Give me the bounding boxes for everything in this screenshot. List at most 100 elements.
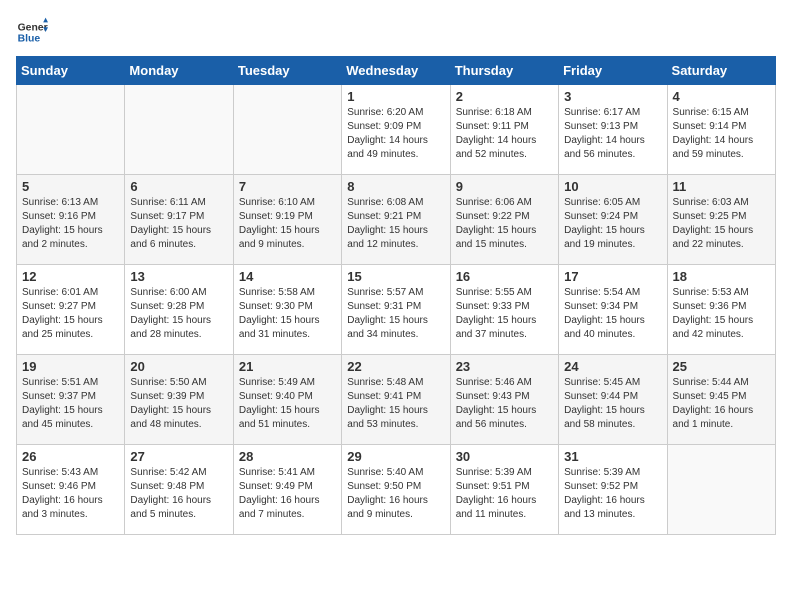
calendar-cell: 23Sunrise: 5:46 AM Sunset: 9:43 PM Dayli… [450,355,558,445]
day-number: 2 [456,89,553,104]
calendar-cell: 1 Sunrise: 6:20 AM Sunset: 9:09 PM Daylig… [342,85,450,175]
day-info: Sunrise: 5:51 AM Sunset: 9:37 PM Dayligh… [22,376,119,432]
day-info: Sunrise: 5:39 AM Sunset: 9:51 PM Dayligh… [456,466,553,522]
calendar-cell: 25Sunrise: 5:44 AM Sunset: 9:45 PM Dayli… [667,355,775,445]
calendar-week-3: 12 Sunrise: 6:01 AM Sunset: 9:27 PM Dayli… [17,265,776,355]
day-info: Sunrise: 5:43 AM Sunset: 9:46 PM Dayligh… [22,466,119,522]
day-number: 8 [347,179,444,194]
day-info: Sunrise: 5:53 AM Sunset: 9:36 PM Dayligh… [673,286,770,342]
day-header-wednesday: Wednesday [342,57,450,85]
day-number: 6 [130,179,227,194]
calendar-cell: 13 Sunrise: 6:00 AM Sunset: 9:28 PM Dayli… [125,265,233,355]
day-info: Sunrise: 5:48 AM Sunset: 9:41 PM Dayligh… [347,376,444,432]
svg-text:General: General [18,22,48,33]
day-number: 17 [564,269,661,284]
calendar-cell: 18 Sunrise: 5:53 AM Sunset: 9:36 PM Dayli… [667,265,775,355]
calendar-cell: 22 Sunrise: 5:48 AM Sunset: 9:41 PM Dayli… [342,355,450,445]
calendar-body: 1 Sunrise: 6:20 AM Sunset: 9:09 PM Daylig… [17,85,776,535]
day-info: Sunrise: 6:00 AM Sunset: 9:28 PM Dayligh… [130,286,227,342]
day-number: 13 [130,269,227,284]
calendar-cell [17,85,125,175]
day-number: 29 [347,449,444,464]
day-number: 5 [22,179,119,194]
day-number: 27 [130,449,227,464]
day-info: Sunrise: 5:45 AM Sunset: 9:44 PM Dayligh… [564,376,661,432]
day-number: 12 [22,269,119,284]
calendar-cell: 5 Sunrise: 6:13 AM Sunset: 9:16 PM Daylig… [17,175,125,265]
logo-icon: General Blue [16,16,48,48]
calendar-cell: 11 Sunrise: 6:03 AM Sunset: 9:25 PM Dayli… [667,175,775,265]
day-header-monday: Monday [125,57,233,85]
calendar-cell: 30 Sunrise: 5:39 AM Sunset: 9:51 PM Dayli… [450,445,558,535]
day-number: 23 [456,359,553,374]
day-number: 22 [347,359,444,374]
day-number: 26 [22,449,119,464]
calendar-cell: 14Sunrise: 5:58 AM Sunset: 9:30 PM Dayli… [233,265,341,355]
day-header-thursday: Thursday [450,57,558,85]
day-info: Sunrise: 6:15 AM Sunset: 9:14 PM Dayligh… [673,106,770,162]
day-info: Sunrise: 6:13 AM Sunset: 9:16 PM Dayligh… [22,196,119,252]
calendar-cell: 24 Sunrise: 5:45 AM Sunset: 9:44 PM Dayli… [559,355,667,445]
calendar-cell: 9 Sunrise: 6:06 AM Sunset: 9:22 PM Daylig… [450,175,558,265]
day-number: 7 [239,179,336,194]
calendar-cell: 27 Sunrise: 5:42 AM Sunset: 9:48 PM Dayli… [125,445,233,535]
logo: General Blue [16,16,48,48]
day-info: Sunrise: 5:41 AM Sunset: 9:49 PM Dayligh… [239,466,336,522]
calendar-cell [233,85,341,175]
calendar-week-4: 19 Sunrise: 5:51 AM Sunset: 9:37 PM Dayli… [17,355,776,445]
day-info: Sunrise: 6:05 AM Sunset: 9:24 PM Dayligh… [564,196,661,252]
day-number: 24 [564,359,661,374]
day-info: Sunrise: 6:08 AM Sunset: 9:21 PM Dayligh… [347,196,444,252]
day-header-tuesday: Tuesday [233,57,341,85]
day-info: Sunrise: 5:55 AM Sunset: 9:33 PM Dayligh… [456,286,553,342]
calendar-cell: 17Sunrise: 5:54 AM Sunset: 9:34 PM Dayli… [559,265,667,355]
day-info: Sunrise: 6:11 AM Sunset: 9:17 PM Dayligh… [130,196,227,252]
day-info: Sunrise: 5:57 AM Sunset: 9:31 PM Dayligh… [347,286,444,342]
day-info: Sunrise: 5:49 AM Sunset: 9:40 PM Dayligh… [239,376,336,432]
day-number: 25 [673,359,770,374]
day-number: 1 [347,89,444,104]
day-number: 10 [564,179,661,194]
calendar-cell: 8 Sunrise: 6:08 AM Sunset: 9:21 PM Daylig… [342,175,450,265]
calendar-cell: 31 Sunrise: 5:39 AM Sunset: 9:52 PM Dayli… [559,445,667,535]
day-number: 28 [239,449,336,464]
day-info: Sunrise: 6:06 AM Sunset: 9:22 PM Dayligh… [456,196,553,252]
calendar-cell: 3Sunrise: 6:17 AM Sunset: 9:13 PM Daylig… [559,85,667,175]
calendar-cell: 6 Sunrise: 6:11 AM Sunset: 9:17 PM Daylig… [125,175,233,265]
calendar-cell: 16 Sunrise: 5:55 AM Sunset: 9:33 PM Dayli… [450,265,558,355]
day-header-saturday: Saturday [667,57,775,85]
day-info: Sunrise: 6:20 AM Sunset: 9:09 PM Dayligh… [347,106,444,162]
day-info: Sunrise: 6:18 AM Sunset: 9:11 PM Dayligh… [456,106,553,162]
day-number: 19 [22,359,119,374]
calendar-week-2: 5 Sunrise: 6:13 AM Sunset: 9:16 PM Daylig… [17,175,776,265]
day-info: Sunrise: 5:39 AM Sunset: 9:52 PM Dayligh… [564,466,661,522]
page-header: General Blue [16,16,776,48]
calendar-cell: 4Sunrise: 6:15 AM Sunset: 9:14 PM Daylig… [667,85,775,175]
calendar-cell: 21 Sunrise: 5:49 AM Sunset: 9:40 PM Dayli… [233,355,341,445]
day-number: 31 [564,449,661,464]
calendar-cell: 20Sunrise: 5:50 AM Sunset: 9:39 PM Dayli… [125,355,233,445]
day-info: Sunrise: 6:01 AM Sunset: 9:27 PM Dayligh… [22,286,119,342]
calendar-cell: 10 Sunrise: 6:05 AM Sunset: 9:24 PM Dayli… [559,175,667,265]
day-number: 14 [239,269,336,284]
day-number: 11 [673,179,770,194]
day-header-friday: Friday [559,57,667,85]
day-number: 18 [673,269,770,284]
day-header-sunday: Sunday [17,57,125,85]
calendar-cell: 29 Sunrise: 5:40 AM Sunset: 9:50 PM Dayli… [342,445,450,535]
calendar-cell: 28 Sunrise: 5:41 AM Sunset: 9:49 PM Dayli… [233,445,341,535]
day-number: 16 [456,269,553,284]
day-number: 30 [456,449,553,464]
calendar-cell: 7 Sunrise: 6:10 AM Sunset: 9:19 PM Daylig… [233,175,341,265]
day-number: 9 [456,179,553,194]
day-info: Sunrise: 6:10 AM Sunset: 9:19 PM Dayligh… [239,196,336,252]
calendar-table: SundayMondayTuesdayWednesdayThursdayFrid… [16,56,776,535]
day-info: Sunrise: 5:42 AM Sunset: 9:48 PM Dayligh… [130,466,227,522]
day-number: 3 [564,89,661,104]
calendar-cell: 2 Sunrise: 6:18 AM Sunset: 9:11 PM Daylig… [450,85,558,175]
day-number: 20 [130,359,227,374]
calendar-cell: 15Sunrise: 5:57 AM Sunset: 9:31 PM Dayli… [342,265,450,355]
day-info: Sunrise: 6:03 AM Sunset: 9:25 PM Dayligh… [673,196,770,252]
day-number: 21 [239,359,336,374]
day-info: Sunrise: 5:40 AM Sunset: 9:50 PM Dayligh… [347,466,444,522]
